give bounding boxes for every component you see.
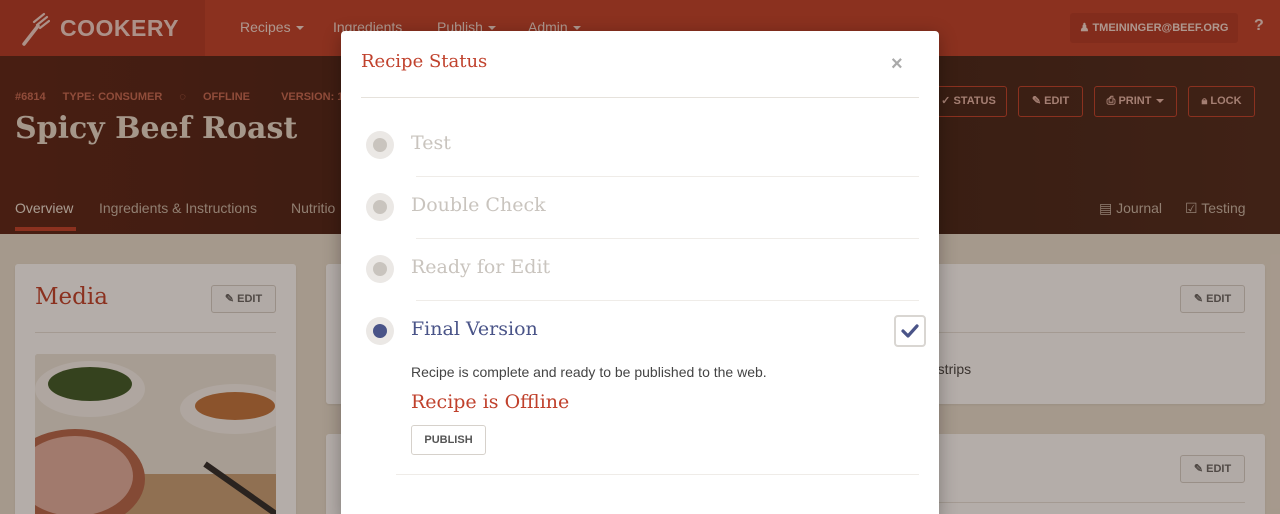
status-step-test[interactable]: Test [361,114,919,177]
close-icon[interactable]: × [891,53,903,76]
step-label: Double Check [411,194,546,216]
radio-selected-icon [366,317,394,345]
radio-icon [366,131,394,159]
modal-title: Recipe Status [361,51,488,72]
status-step-ready-for-edit[interactable]: Ready for Edit [361,238,919,301]
step-label: Ready for Edit [411,256,551,278]
publish-button[interactable]: PUBLISH [411,425,486,455]
step-label: Final Version [411,318,538,340]
final-version-checkbox[interactable] [894,315,926,347]
modal-header-divider [361,97,919,98]
offline-label: Recipe is Offline [411,391,570,413]
status-description: Recipe is complete and ready to be publi… [411,364,767,380]
status-step-double-check[interactable]: Double Check [361,176,919,239]
status-step-final-version[interactable]: Final Version [361,300,926,362]
step-divider [396,474,919,475]
recipe-status-modal: Recipe Status × Test Double Check Ready … [341,31,939,514]
radio-icon [366,255,394,283]
radio-icon [366,193,394,221]
step-label: Test [411,132,451,154]
check-icon [901,324,919,338]
